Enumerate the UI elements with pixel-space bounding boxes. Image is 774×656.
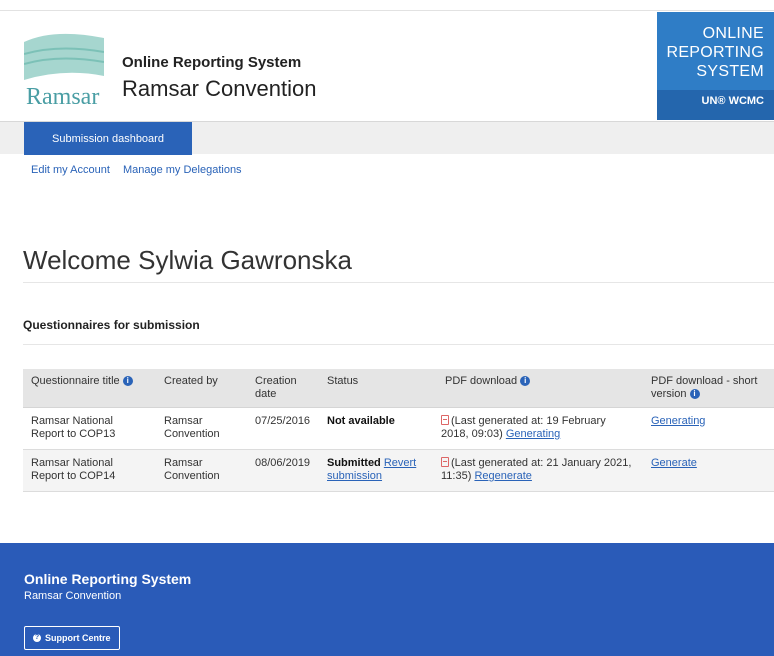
pdf-icon (441, 415, 449, 425)
status: Submitted Revert submission (319, 449, 437, 492)
short-pdf-link[interactable]: Generating (651, 415, 705, 427)
top-divider (0, 10, 774, 11)
short-pdf-generate-link[interactable]: Generate (651, 457, 697, 469)
creation-date: 07/25/2016 (247, 407, 319, 450)
ors-badge[interactable]: ONLINE REPORTING SYSTEM UN® WCMC (657, 12, 774, 120)
tab-submission-dashboard[interactable]: Submission dashboard (24, 122, 192, 155)
col-creation-date: Creation date (247, 369, 319, 408)
edit-account-link[interactable]: Edit my Account (31, 164, 110, 176)
questionnaire-title: Ramsar National Report to COP13 (23, 407, 156, 450)
info-icon[interactable]: i (122, 376, 133, 387)
col-pdf-short: PDF download - short version i (643, 369, 774, 408)
manage-delegations-link[interactable]: Manage my Delegations (123, 164, 242, 176)
info-icon[interactable]: i (689, 389, 700, 400)
created-by: Ramsar Convention (156, 407, 247, 450)
pdf-short-cell: Generating (643, 407, 774, 450)
account-links: Edit my Account Manage my Delegations (31, 164, 252, 176)
divider (23, 282, 774, 283)
footer-subtitle: Ramsar Convention (24, 590, 122, 602)
site-footer: Online Reporting System Ramsar Conventio… (0, 543, 774, 656)
divider (23, 344, 774, 345)
pdf-generating-link[interactable]: Generating (506, 428, 560, 440)
created-by: Ramsar Convention (156, 449, 247, 492)
support-centre-label: Support Centre (45, 633, 111, 643)
svg-text:Ramsar: Ramsar (26, 84, 99, 110)
ors-badge-text: ONLINE REPORTING SYSTEM (666, 25, 764, 80)
site-title: Ramsar Convention (122, 76, 317, 101)
pdf-download-cell: (Last generated at: 21 January 2021, 11:… (437, 449, 643, 492)
ramsar-logo[interactable]: Ramsar (24, 24, 104, 110)
table-row: Ramsar National Report to COP13 Ramsar C… (23, 407, 774, 450)
status: Not available (319, 407, 437, 450)
questionnaire-title: Ramsar National Report to COP14 (23, 449, 156, 492)
site-subtitle: Online Reporting System (122, 54, 302, 71)
col-pdf-download: PDF download i (437, 369, 643, 408)
site-header: Ramsar Online Reporting System Ramsar Co… (0, 12, 774, 120)
unep-wcmc-logo: UN® WCMC (657, 90, 774, 120)
questionnaires-table: Questionnaire title i Created by Creatio… (23, 369, 774, 492)
col-status: Status (319, 369, 437, 408)
col-questionnaire-title: Questionnaire title i (23, 369, 156, 408)
pdf-icon (441, 457, 449, 467)
section-title: Questionnaires for submission (23, 318, 200, 332)
pdf-short-cell: Generate (643, 449, 774, 492)
info-icon[interactable]: i (520, 376, 531, 387)
pdf-regenerate-link[interactable]: Regenerate (474, 470, 532, 482)
question-icon: ? (33, 634, 41, 642)
table-header-row: Questionnaire title i Created by Creatio… (23, 369, 774, 408)
support-centre-button[interactable]: ? Support Centre (24, 626, 120, 650)
table-row: Ramsar National Report to COP14 Ramsar C… (23, 449, 774, 492)
pdf-download-cell: (Last generated at: 19 February 2018, 09… (437, 407, 643, 450)
col-created-by: Created by (156, 369, 247, 408)
main-nav: Submission dashboard (0, 121, 774, 155)
welcome-heading: Welcome Sylwia Gawronska (23, 245, 352, 275)
footer-title: Online Reporting System (24, 571, 192, 587)
creation-date: 08/06/2019 (247, 449, 319, 492)
